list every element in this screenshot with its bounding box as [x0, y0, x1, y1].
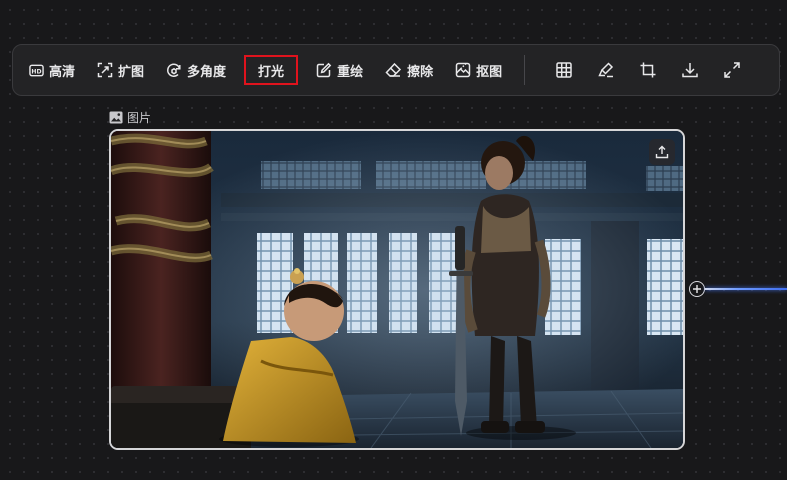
- multi-angle-button[interactable]: 多角度: [166, 55, 226, 85]
- erase-label: 擦除: [407, 64, 434, 80]
- cutout-button[interactable]: 抠图: [455, 55, 502, 85]
- lighting-button[interactable]: 打光: [244, 55, 299, 85]
- image-toolbar: HD 高清 扩图 多角度 打光 重绘 擦除 抠图: [12, 44, 780, 96]
- brush-icon: [598, 62, 614, 78]
- fullscreen-button[interactable]: [719, 57, 745, 83]
- multi-angle-label: 多角度: [187, 64, 227, 80]
- grid-icon: [556, 62, 572, 78]
- image-icon: [109, 111, 123, 124]
- upload-button[interactable]: [649, 139, 675, 165]
- image-node-title: 图片: [127, 111, 152, 125]
- erase-button[interactable]: 擦除: [385, 55, 433, 85]
- cutout-label: 抠图: [476, 64, 503, 80]
- brush-button[interactable]: [593, 57, 619, 83]
- toolbar-divider: [524, 55, 526, 85]
- expand-image-button[interactable]: 扩图: [97, 55, 144, 85]
- expand-image-label: 扩图: [118, 64, 145, 80]
- hd-button[interactable]: HD 高清: [29, 55, 75, 85]
- repaint-label: 重绘: [337, 64, 364, 80]
- repaint-button[interactable]: 重绘: [316, 55, 363, 85]
- connection-edge: [705, 288, 787, 290]
- fullscreen-icon: [724, 62, 740, 78]
- add-connection-handle[interactable]: [689, 281, 705, 297]
- download-icon: [682, 63, 698, 78]
- upload-icon: [655, 145, 669, 159]
- eraser-icon: [385, 62, 402, 77]
- scene-image: [111, 131, 683, 448]
- image-node-label: 图片: [109, 109, 151, 126]
- svg-text:HD: HD: [31, 68, 41, 75]
- workflow-canvas[interactable]: HD 高清 扩图 多角度 打光 重绘 擦除 抠图 图片: [0, 0, 787, 480]
- cutout-icon: [455, 62, 471, 78]
- lighting-label: 打光: [258, 64, 285, 80]
- plus-icon: [693, 285, 701, 293]
- crop-button[interactable]: [635, 57, 661, 83]
- crop-icon: [640, 62, 656, 78]
- download-button[interactable]: [677, 57, 703, 83]
- hd-label: 高清: [49, 64, 76, 80]
- rotate-3d-icon: [167, 63, 181, 77]
- expand-image-icon: [97, 62, 113, 78]
- edit-icon: [316, 62, 332, 78]
- hd-icon: HD: [29, 64, 44, 76]
- image-node[interactable]: [109, 129, 685, 450]
- grid-button[interactable]: [551, 57, 577, 83]
